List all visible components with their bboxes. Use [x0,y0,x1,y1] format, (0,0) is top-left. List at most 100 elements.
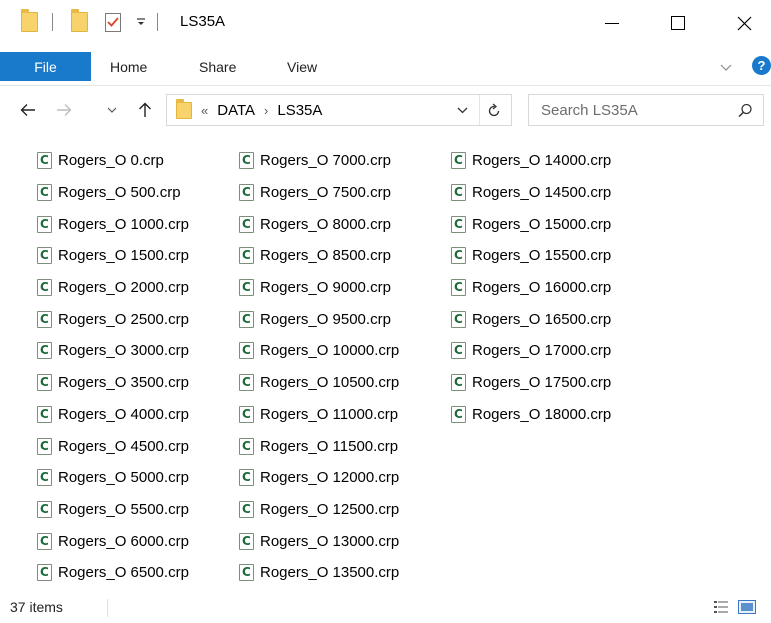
close-icon [737,16,751,30]
file-name: Rogers_O 8000.crp [260,215,391,233]
file-name: Rogers_O 13500.crp [260,564,400,582]
file-item[interactable]: Rogers_O 8000.crp [239,208,399,240]
file-item[interactable]: Rogers_O 7000.crp [239,145,399,177]
file-item[interactable]: Rogers_O 16500.crp [451,303,611,335]
details-view-icon[interactable] [713,600,729,618]
file-item[interactable]: Rogers_O 6000.crp [37,525,189,557]
search-icon[interactable] [738,103,753,122]
crp-file-icon [37,279,52,297]
file-name: Rogers_O 14000.crp [472,152,612,170]
customize-dropdown-icon[interactable] [136,11,146,33]
file-name: Rogers_O 15500.crp [472,247,612,265]
file-name: Rogers_O 5000.crp [58,469,189,487]
breadcrumb-separator[interactable]: › [264,103,268,118]
folder-icon[interactable] [21,9,38,33]
help-icon[interactable]: ? [752,56,771,75]
crp-file-icon [451,374,466,392]
file-item[interactable]: Rogers_O 6500.crp [37,557,189,589]
file-item[interactable]: Rogers_O 14500.crp [451,177,611,209]
forward-button[interactable] [50,95,78,125]
file-item[interactable]: Rogers_O 15000.crp [451,208,611,240]
search-input[interactable]: Search LS35A [528,94,764,126]
file-name: Rogers_O 17000.crp [472,342,612,360]
breadcrumb-overflow[interactable]: « [201,103,208,118]
close-button[interactable] [721,0,767,46]
breadcrumb: « DATA › LS35A [201,95,331,125]
crp-file-icon [239,342,254,360]
maximize-icon [671,16,685,30]
file-name: Rogers_O 10500.crp [260,374,400,392]
file-name: Rogers_O 6500.crp [58,564,189,582]
file-item[interactable]: Rogers_O 15500.crp [451,240,611,272]
maximize-button[interactable] [655,0,701,46]
back-button[interactable] [14,95,42,125]
file-item[interactable]: Rogers_O 3500.crp [37,367,189,399]
file-item[interactable]: Rogers_O 2000.crp [37,272,189,304]
file-name: Rogers_O 12500.crp [260,500,400,518]
file-item[interactable]: Rogers_O 16000.crp [451,272,611,304]
file-item[interactable]: Rogers_O 3000.crp [37,335,189,367]
file-item[interactable]: Rogers_O 14000.crp [451,145,611,177]
toolbar-separator [52,11,53,33]
file-name: Rogers_O 7500.crp [260,184,391,202]
file-item[interactable]: Rogers_O 17000.crp [451,335,611,367]
breadcrumb-item-ls35a[interactable]: LS35A [277,102,322,119]
minimize-button[interactable] [589,0,635,46]
file-item[interactable]: Rogers_O 5000.crp [37,462,189,494]
file-item[interactable]: Rogers_O 13000.crp [239,525,399,557]
file-item[interactable]: Rogers_O 18000.crp [451,399,611,431]
up-button[interactable] [134,95,156,125]
file-item[interactable]: Rogers_O 12000.crp [239,462,399,494]
address-bar[interactable]: « DATA › LS35A [166,94,512,126]
file-name: Rogers_O 0.crp [58,152,164,170]
file-item[interactable]: Rogers_O 11000.crp [239,399,399,431]
crp-file-icon [37,532,52,550]
new-folder-icon[interactable] [71,9,88,33]
file-item[interactable]: Rogers_O 11500.crp [239,430,399,462]
file-name: Rogers_O 3500.crp [58,374,189,392]
properties-icon[interactable] [105,11,121,33]
large-icons-view-icon[interactable] [738,600,756,618]
crp-file-icon [451,215,466,233]
crp-file-icon [451,405,466,423]
file-item[interactable]: Rogers_O 8500.crp [239,240,399,272]
crp-file-icon [37,342,52,360]
file-item[interactable]: Rogers_O 4500.crp [37,430,189,462]
recent-locations-button[interactable] [104,95,120,125]
file-item[interactable]: Rogers_O 10000.crp [239,335,399,367]
file-item[interactable]: Rogers_O 500.crp [37,177,189,209]
file-item[interactable]: Rogers_O 5500.crp [37,494,189,526]
tab-home[interactable]: Home [110,52,147,81]
address-dropdown-button[interactable] [449,95,475,125]
ribbon-expand-icon[interactable] [720,59,732,76]
file-name: Rogers_O 16500.crp [472,310,612,328]
file-name: Rogers_O 15000.crp [472,215,612,233]
crp-file-icon [37,247,52,265]
file-item[interactable]: Rogers_O 1000.crp [37,208,189,240]
file-name: Rogers_O 5500.crp [58,500,189,518]
crp-file-icon [239,469,254,487]
crp-file-icon [239,310,254,328]
file-item[interactable]: Rogers_O 2500.crp [37,303,189,335]
folder-icon [176,99,192,119]
refresh-button[interactable] [479,95,509,125]
tab-view[interactable]: View [287,52,317,81]
crp-file-icon [37,184,52,202]
window-title: LS35A [180,13,226,30]
file-item[interactable]: Rogers_O 9500.crp [239,303,399,335]
breadcrumb-item-data[interactable]: DATA [217,102,255,119]
tab-file[interactable]: File [0,52,91,81]
file-item[interactable]: Rogers_O 4000.crp [37,399,189,431]
file-item[interactable]: Rogers_O 0.crp [37,145,189,177]
file-item[interactable]: Rogers_O 7500.crp [239,177,399,209]
file-item[interactable]: Rogers_O 12500.crp [239,494,399,526]
navigation-bar: « DATA › LS35A Search LS35A [0,87,771,133]
tab-share[interactable]: Share [199,52,236,81]
file-item[interactable]: Rogers_O 13500.crp [239,557,399,589]
item-count: 37 items [10,599,63,615]
file-item[interactable]: Rogers_O 17500.crp [451,367,611,399]
file-item[interactable]: Rogers_O 10500.crp [239,367,399,399]
file-item[interactable]: Rogers_O 9000.crp [239,272,399,304]
file-item[interactable]: Rogers_O 1500.crp [37,240,189,272]
crp-file-icon [37,215,52,233]
